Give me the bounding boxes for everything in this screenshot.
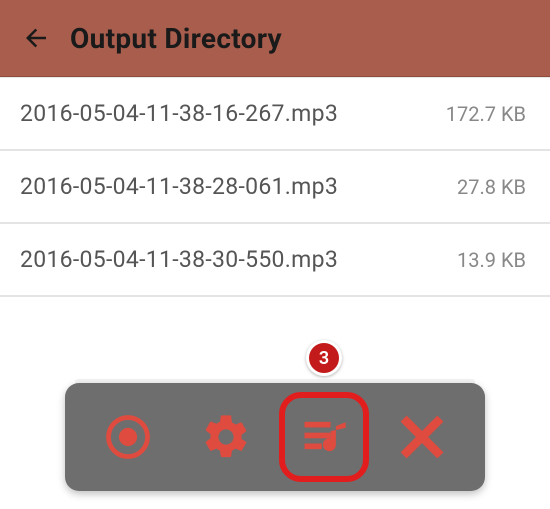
file-name: 2016-05-04-11-38-16-267.mp3 (20, 100, 338, 127)
record-button[interactable] (83, 392, 173, 482)
file-row[interactable]: 2016-05-04-11-38-30-550.mp3 13.9 KB (0, 224, 550, 297)
file-size: 27.8 KB (457, 175, 526, 199)
settings-button[interactable] (181, 392, 271, 482)
playlist-music-icon (298, 411, 350, 463)
playlist-button[interactable]: 3 (279, 392, 369, 482)
annotation-badge: 3 (306, 340, 342, 376)
file-size: 172.7 KB (446, 102, 526, 126)
file-name: 2016-05-04-11-38-30-550.mp3 (20, 246, 338, 273)
file-name: 2016-05-04-11-38-28-061.mp3 (20, 173, 338, 200)
close-button[interactable] (377, 392, 467, 482)
bottom-toolbar-wrapper: 3 (0, 383, 550, 491)
page-title: Output Directory (70, 22, 282, 55)
file-size: 13.9 KB (457, 248, 526, 272)
toolbar: Output Directory (0, 0, 550, 77)
file-row[interactable]: 2016-05-04-11-38-16-267.mp3 172.7 KB (0, 77, 550, 151)
bottom-toolbar: 3 (65, 383, 485, 491)
back-button[interactable] (14, 16, 58, 60)
file-row[interactable]: 2016-05-04-11-38-28-061.mp3 27.8 KB (0, 151, 550, 224)
arrow-left-icon (21, 23, 51, 53)
gear-icon (200, 411, 252, 463)
record-icon (102, 411, 154, 463)
file-list: 2016-05-04-11-38-16-267.mp3 172.7 KB 201… (0, 77, 550, 297)
close-icon (399, 414, 445, 460)
